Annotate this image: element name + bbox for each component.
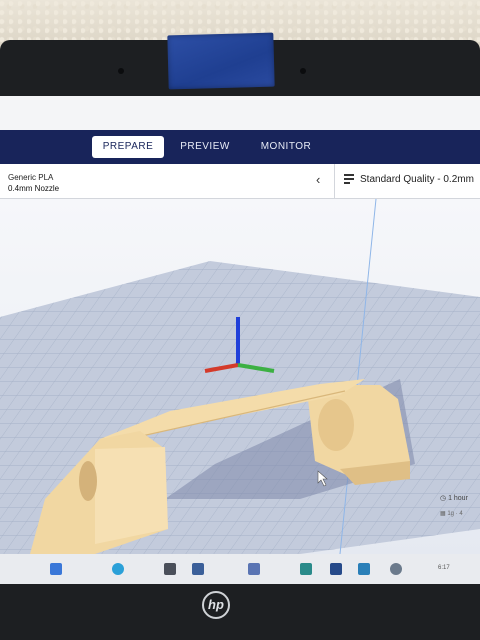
tab-preview[interactable]: PREVIEW — [172, 136, 238, 158]
print-quality-label: Standard Quality - 0.2mm — [360, 174, 474, 185]
app-header: PREPARE PREVIEW MONITOR — [0, 130, 480, 164]
taskbar-clock[interactable]: 6:17 — [438, 565, 450, 571]
tab-monitor[interactable]: MONITOR — [250, 136, 322, 158]
bezel-sensor — [118, 68, 124, 74]
app-icon[interactable] — [248, 563, 260, 575]
right-support-hole — [318, 399, 354, 451]
nozzle-label: 0.4mm Nozzle — [8, 184, 60, 193]
windows-taskbar: 6:17 — [0, 554, 480, 584]
menu-lines-icon — [344, 174, 354, 185]
app-icon[interactable] — [164, 563, 176, 575]
app-icon[interactable] — [358, 563, 370, 575]
bezel-sensor — [300, 68, 306, 74]
tab-prepare[interactable]: PREPARE — [92, 136, 164, 158]
print-material-estimate: ▦ 1g · 4 — [440, 510, 463, 517]
webcam-tape — [167, 32, 275, 90]
settings-divider — [334, 164, 335, 198]
material-selector[interactable]: Generic PLA — [8, 173, 53, 182]
app-icon[interactable] — [330, 563, 342, 575]
app-icon[interactable] — [192, 563, 204, 575]
print-quality-selector[interactable]: Standard Quality - 0.2mm — [344, 174, 474, 185]
printer-settings-bar: Generic PLA 0.4mm Nozzle ‹ Standard Qual… — [0, 164, 480, 199]
chevron-left-icon[interactable]: ‹ — [316, 172, 320, 187]
print-time-value: 1 hour — [448, 495, 468, 502]
window-top-strip — [0, 96, 480, 130]
start-button[interactable] — [50, 563, 62, 575]
left-support-face — [95, 447, 168, 544]
print-time-estimate[interactable]: ◷ 1 hour — [440, 494, 468, 502]
system-tray-icon[interactable] — [390, 563, 402, 575]
edge-icon[interactable] — [112, 563, 124, 575]
laptop-screen: PREPARE PREVIEW MONITOR Generic PLA 0.4m… — [0, 96, 480, 584]
hp-logo-icon: hp — [202, 591, 230, 619]
viewport-scene — [0, 198, 480, 555]
3d-viewport[interactable] — [0, 198, 480, 555]
clock-icon: ◷ — [440, 495, 449, 502]
app-icon[interactable] — [300, 563, 312, 575]
left-support-hole — [79, 461, 97, 501]
material-estimate-value: 1g · 4 — [447, 511, 463, 517]
